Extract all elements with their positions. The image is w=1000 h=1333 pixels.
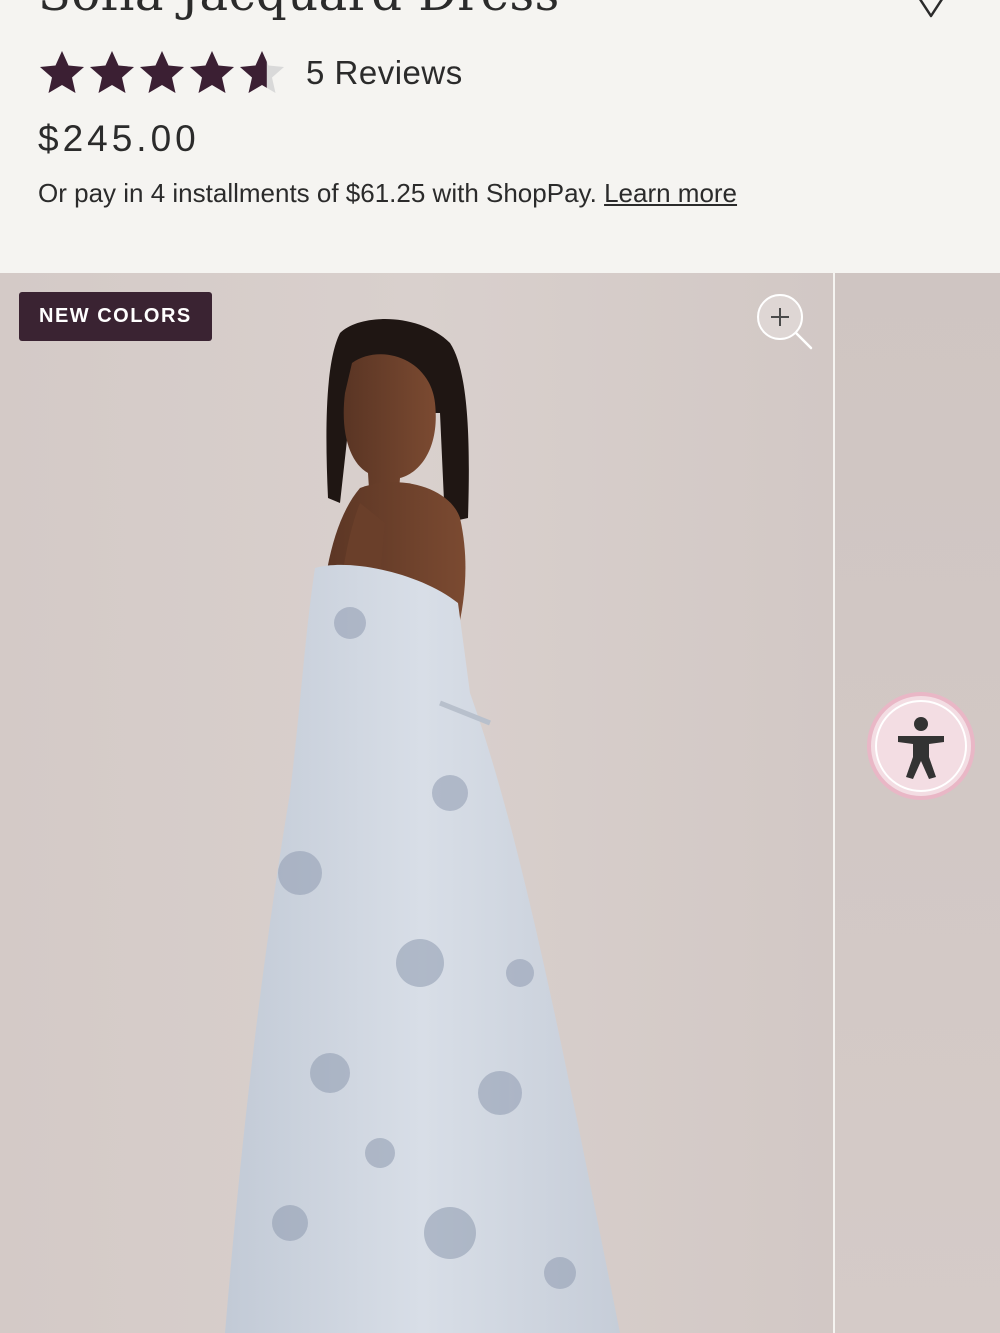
star-icon xyxy=(240,51,284,93)
star-icon xyxy=(190,51,234,93)
zoom-button[interactable] xyxy=(753,291,813,351)
star-icon xyxy=(90,51,134,93)
learn-more-link[interactable]: Learn more xyxy=(604,178,737,208)
product-info: Sofia Jacquard Dress 5 Reviews $245.00 O… xyxy=(0,0,1000,273)
product-image[interactable]: NEW COLORS xyxy=(0,273,833,1333)
installments-text: Or pay in 4 installments of $61.25 with … xyxy=(38,178,597,208)
star-rating xyxy=(38,49,286,97)
star-icon xyxy=(40,51,84,93)
product-price: $245.00 xyxy=(38,118,200,159)
product-title: Sofia Jacquard Dress xyxy=(38,0,560,22)
heart-icon xyxy=(919,0,943,18)
wishlist-button[interactable] xyxy=(906,0,956,22)
zoom-in-icon xyxy=(757,294,813,350)
star-icon xyxy=(140,51,184,93)
new-colors-badge: NEW COLORS xyxy=(19,292,212,341)
next-product-image[interactable] xyxy=(835,273,1000,1333)
accessibility-icon xyxy=(867,692,975,800)
installments-info: Or pay in 4 installments of $61.25 with … xyxy=(38,178,737,209)
product-gallery[interactable]: NEW COLORS xyxy=(0,273,1000,1333)
rating-row: 5 Reviews xyxy=(38,48,463,98)
accessibility-button[interactable] xyxy=(866,691,976,801)
model-photo xyxy=(225,319,620,1333)
reviews-link[interactable]: 5 Reviews xyxy=(306,54,463,92)
